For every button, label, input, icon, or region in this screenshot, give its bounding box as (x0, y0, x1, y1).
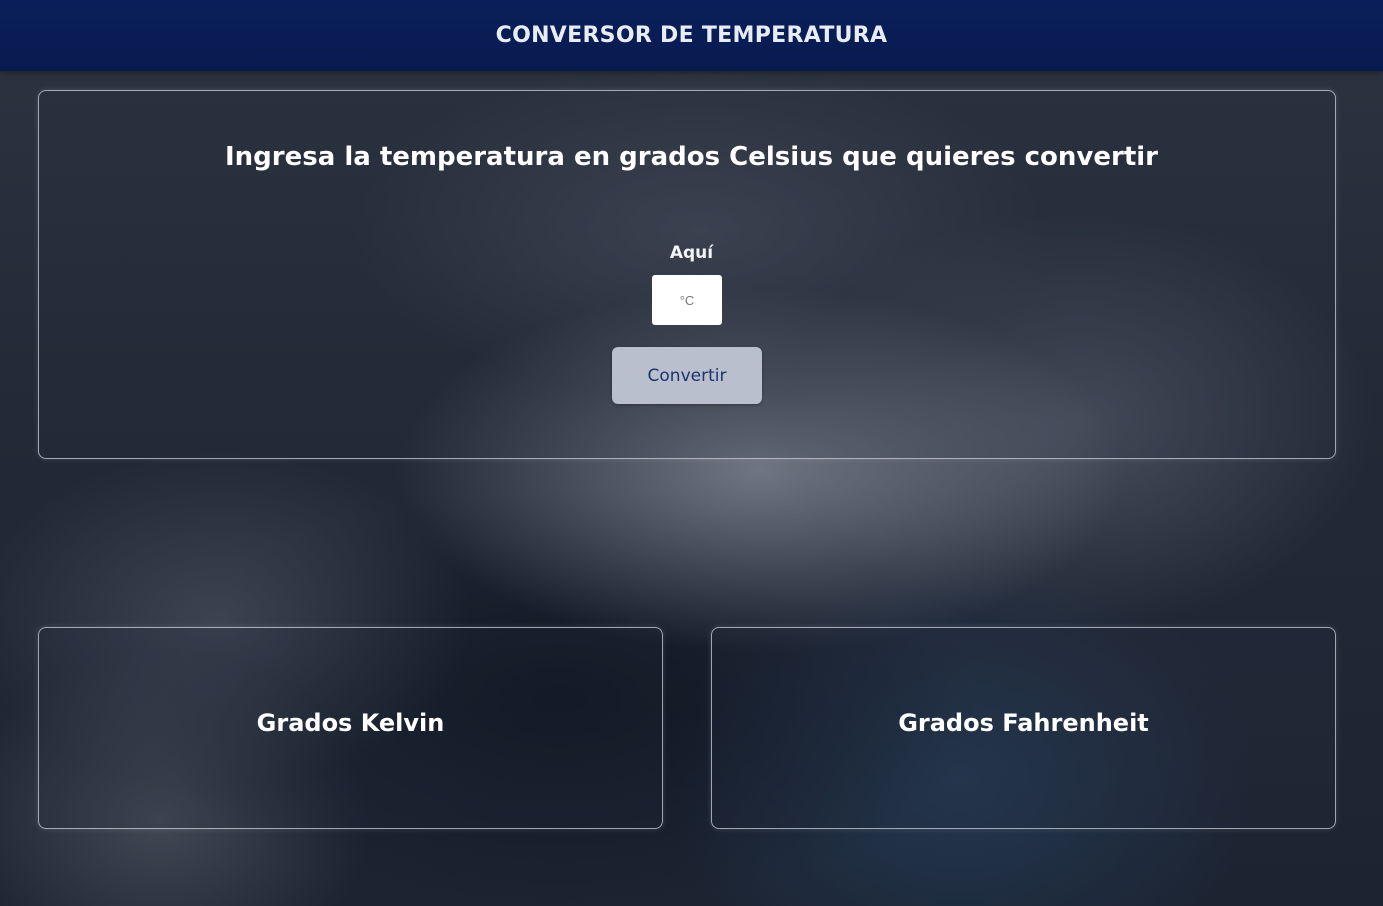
fahrenheit-result-panel: Grados Fahrenheit (711, 627, 1336, 829)
app-header: CONVERSOR DE TEMPERATURA (0, 0, 1383, 71)
input-heading: Ingresa la temperatura en grados Celsius… (225, 142, 1158, 172)
convert-button[interactable]: Convertir (612, 347, 762, 404)
celsius-input[interactable] (652, 275, 722, 325)
celsius-field-label: Aquí (669, 243, 714, 263)
kelvin-result-title: Grados Kelvin (256, 709, 445, 737)
app-title: CONVERSOR DE TEMPERATURA (495, 23, 888, 48)
fahrenheit-result-title: Grados Fahrenheit (898, 709, 1149, 737)
kelvin-result-panel: Grados Kelvin (38, 627, 663, 829)
